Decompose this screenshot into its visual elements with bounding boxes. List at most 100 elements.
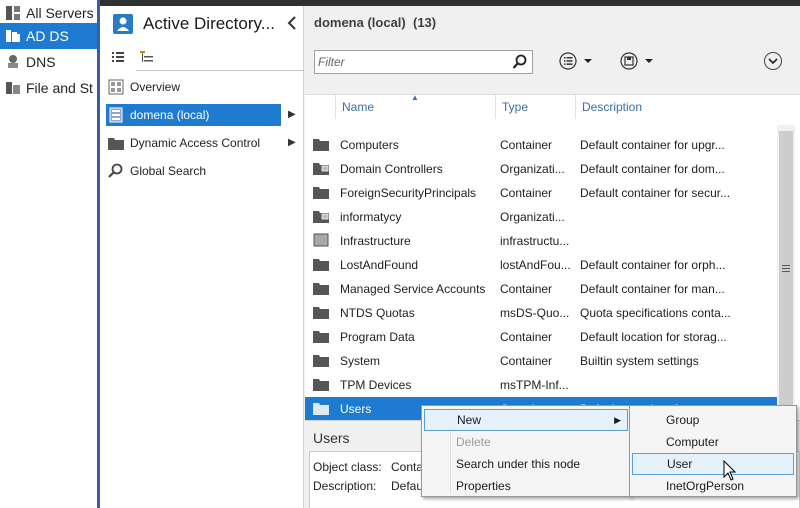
- cell-description: Quota specifications conta...: [580, 306, 731, 320]
- nav-item-global-search[interactable]: Global Search: [106, 160, 302, 182]
- cell-type: Container: [500, 330, 553, 344]
- table-row[interactable]: TPM Devices msTPM-Inf...: [305, 373, 777, 397]
- submenu-item-label: User: [667, 457, 693, 471]
- navigation-title: Active Directory...: [143, 14, 275, 33]
- list-view-button[interactable]: [106, 46, 132, 70]
- list-header: ▲ Name Type Description: [305, 93, 777, 119]
- new-submenu: Group Computer User InetOrgPerson: [629, 405, 797, 497]
- column-header-description[interactable]: Description: [575, 95, 735, 119]
- expand-arrow-icon[interactable]: ▶: [288, 137, 296, 148]
- cell-type: Container: [500, 354, 553, 368]
- filter-input[interactable]: [318, 53, 508, 71]
- cell-name: Domain Controllers: [340, 162, 443, 176]
- cell-description: Default container for secur...: [580, 186, 731, 200]
- folder-icon: [106, 133, 126, 153]
- menu-item-label: Search under this node: [456, 457, 581, 471]
- table-row[interactable]: Computers Container Default container for …: [305, 133, 777, 157]
- view-options-button[interactable]: [558, 50, 596, 74]
- nav-item-label: Overview: [130, 80, 181, 94]
- cell-description: [580, 229, 775, 253]
- details-title: Users: [313, 430, 350, 446]
- organizational-unit-icon: [313, 161, 329, 175]
- tree-view-icon: [140, 50, 154, 66]
- sm-nav-item-dns[interactable]: DNS: [0, 49, 98, 75]
- table-row[interactable]: System Container Builtin system settings: [305, 349, 777, 373]
- ad-ds-icon: [0, 23, 26, 49]
- overview-icon: [106, 77, 126, 97]
- save-icon: [619, 51, 657, 74]
- folder-icon: [313, 329, 329, 343]
- content-count: (13): [412, 15, 437, 30]
- nav-item-domain[interactable]: domena (local): [106, 104, 281, 126]
- cell-type: Container: [500, 186, 553, 200]
- submenu-arrow-icon: ▶: [614, 415, 621, 425]
- infrastructure-icon: [313, 233, 329, 247]
- table-row[interactable]: Program Data Container Default location fo…: [305, 325, 777, 349]
- context-menu: New ▶ Delete Search under this node Prop…: [421, 405, 631, 497]
- cell-type: Organizati...: [500, 210, 565, 224]
- column-header-name[interactable]: Name: [335, 95, 495, 119]
- table-row[interactable]: Managed Service Accounts Container Default…: [305, 277, 777, 301]
- cell-name: Infrastructure: [340, 234, 411, 248]
- sm-nav-item-ad-ds[interactable]: AD DS: [0, 23, 98, 49]
- list-scrollbar[interactable]: [777, 125, 795, 421]
- table-row[interactable]: NTDS Quotas msDS-Quo... Quota specificatio…: [305, 301, 777, 325]
- sm-nav-item-file-storage[interactable]: File and St: [0, 75, 98, 101]
- submenu-item-group[interactable]: Group: [632, 409, 794, 431]
- sm-nav-label: File and St: [26, 80, 93, 96]
- submenu-item-label: Group: [666, 413, 700, 427]
- submenu-item-inetorgperson[interactable]: InetOrgPerson: [632, 475, 794, 497]
- menu-item-properties[interactable]: Properties: [424, 475, 628, 497]
- menu-item-delete[interactable]: Delete: [424, 431, 628, 453]
- expand-button[interactable]: [764, 52, 782, 70]
- menu-item-label: New: [457, 413, 482, 427]
- cell-name: informatycy: [340, 210, 402, 224]
- adac-app-icon: [113, 14, 133, 34]
- list-view-icon: [112, 51, 126, 66]
- folder-icon: [313, 137, 329, 151]
- submenu-item-user[interactable]: User: [632, 453, 794, 475]
- menu-item-label: Properties: [456, 479, 511, 493]
- folder-icon: [313, 281, 329, 295]
- tree-view-button[interactable]: [134, 46, 160, 70]
- table-row[interactable]: informatycy Organizati...: [305, 205, 777, 229]
- save-query-button[interactable]: [619, 50, 657, 74]
- detail-label: Object class:: [313, 460, 382, 474]
- table-row[interactable]: Infrastructure infrastructu...: [305, 229, 777, 253]
- cell-name: TPM Devices: [340, 378, 412, 392]
- nav-item-overview[interactable]: Overview: [106, 76, 302, 98]
- cell-description: Default location for storag...: [580, 330, 727, 344]
- table-row[interactable]: LostAndFound lostAndFou... Default contain…: [305, 253, 777, 277]
- nav-item-dynamic-access-control[interactable]: Dynamic Access Control: [106, 132, 302, 154]
- menu-item-new[interactable]: New ▶: [424, 409, 628, 431]
- detail-label: Description:: [313, 479, 377, 493]
- cell-type: msDS-Quo...: [500, 306, 570, 320]
- cell-type: lostAndFou...: [500, 258, 571, 272]
- submenu-item-computer[interactable]: Computer: [632, 431, 794, 453]
- scrollbar-thumb[interactable]: [779, 131, 793, 405]
- magnifier-icon: [106, 161, 126, 181]
- cell-type: infrastructu...: [500, 234, 570, 248]
- folder-icon: [313, 305, 329, 319]
- cell-name: LostAndFound: [340, 258, 419, 272]
- cell-type: Container: [500, 138, 553, 152]
- grip-icon: [782, 262, 790, 272]
- submenu-item-label: Computer: [666, 435, 719, 449]
- detail-value: Conta: [391, 460, 424, 474]
- menu-item-search-under-node[interactable]: Search under this node: [424, 453, 628, 475]
- cell-description: [580, 373, 775, 397]
- object-list: ▲ Name Type Description Computers Contain…: [305, 93, 800, 421]
- expand-arrow-icon[interactable]: ▶: [288, 109, 296, 120]
- column-header-type[interactable]: Type: [495, 95, 575, 119]
- nav-item-label: Global Search: [130, 164, 207, 178]
- mouse-cursor-icon: [723, 459, 737, 482]
- table-row[interactable]: Domain Controllers Organizati... Default c…: [305, 157, 777, 181]
- chevron-down-icon: [768, 54, 778, 68]
- search-icon[interactable]: [512, 54, 528, 70]
- table-row[interactable]: ForeignSecurityPrincipals Container Defaul…: [305, 181, 777, 205]
- collapse-nav-button[interactable]: [284, 16, 300, 32]
- sm-nav-label: AD DS: [26, 28, 69, 44]
- folder-icon: [313, 377, 329, 391]
- sm-nav-label: All Servers: [26, 5, 94, 21]
- view-separator: [136, 70, 304, 71]
